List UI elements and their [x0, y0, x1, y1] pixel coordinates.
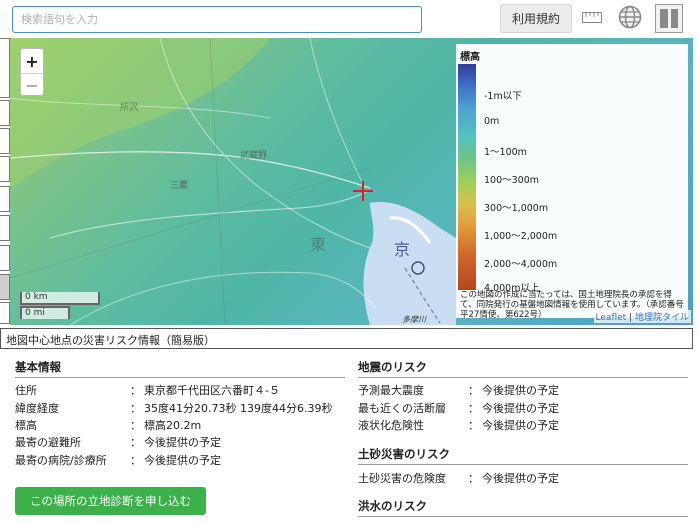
row-key: 液状化危険性: [358, 419, 424, 432]
row-value: 標高20.2m: [144, 419, 202, 432]
side-tab-active[interactable]: [0, 274, 10, 300]
map-label-tamagawa: 多摩川: [402, 315, 426, 324]
row-key: 最寄の病院/診療所: [15, 454, 107, 467]
center-crosshair-icon: [353, 181, 373, 201]
row-separator: ：: [130, 436, 141, 449]
svg-text:東: 東: [310, 235, 326, 254]
legend-color-bar: [458, 64, 476, 290]
row-separator: ：: [468, 472, 479, 485]
row-key: 緯度経度: [15, 402, 59, 415]
legend-item: 100～300m: [484, 175, 540, 186]
ruler-icon[interactable]: [582, 12, 602, 23]
terms-of-use-button[interactable]: 利用規約: [500, 4, 572, 33]
side-tab[interactable]: [0, 100, 10, 126]
map-attribution: Leaflet | 地理院タイル: [593, 310, 691, 323]
row-key: 最寄の避難所: [15, 436, 81, 449]
zoom-control: + −: [20, 48, 44, 96]
row-separator: ：: [468, 419, 479, 432]
landslide-risk-title: 土砂災害のリスク: [358, 446, 688, 465]
split-panes-button[interactable]: [655, 4, 683, 33]
earthquake-risk-row: 液状化危険性 ： 今後提供の予定: [358, 417, 559, 433]
apply-site-diagnosis-button[interactable]: この場所の立地診断を申し込む: [15, 487, 206, 515]
basic-info-title: 基本情報: [15, 359, 345, 378]
earthquake-risk-row: 最も近くの活断層 ： 今後提供の予定: [358, 400, 559, 416]
svg-text:三鷹: 三鷹: [170, 179, 188, 191]
side-tab[interactable]: [0, 156, 10, 182]
map-label-kyo: 京: [394, 240, 411, 259]
pane-left-icon: [660, 9, 668, 28]
elevation-legend: 標高 -1m以下 0m 1～100m 100～300m 300～1,000m 1…: [456, 44, 692, 320]
basic-info-row: 最寄の避難所 ： 今後提供の予定: [15, 434, 221, 450]
row-separator: ：: [468, 402, 479, 415]
side-tab[interactable]: [0, 128, 10, 154]
row-value: 今後提供の予定: [144, 436, 221, 449]
row-key: 標高: [15, 419, 37, 432]
row-value: 今後提供の予定: [482, 402, 559, 415]
basic-info-row: 緯度経度 ： 35度41分20.73秒 139度44分6.39秒: [15, 400, 332, 416]
row-value: 今後提供の予定: [482, 419, 559, 432]
earthquake-risk-title: 地震のリスク: [358, 359, 688, 378]
row-key: 土砂災害の危険度: [358, 472, 446, 485]
side-tab[interactable]: [0, 245, 10, 271]
svg-text:武蔵野: 武蔵野: [240, 149, 267, 161]
gsi-tiles-link[interactable]: 地理院タイル: [635, 313, 689, 323]
page: 利用規約: [0, 0, 699, 524]
basic-info-row: 標高 ： 標高20.2m: [15, 417, 201, 433]
pane-right-icon: [670, 9, 678, 28]
row-separator: ：: [130, 384, 141, 397]
risk-info-header: 地図中心地点の災害リスク情報（簡易版）: [0, 328, 693, 349]
globe-icon[interactable]: [618, 5, 642, 29]
row-separator: ：: [130, 454, 141, 467]
scale-bar-km: 0 km: [20, 292, 100, 305]
row-key: 最も近くの活断層: [358, 402, 446, 415]
row-value: 今後提供の予定: [144, 454, 221, 467]
legend-title: 標高: [460, 52, 480, 63]
landslide-risk-row: 土砂災害の危険度 ： 今後提供の予定: [358, 470, 559, 486]
row-value: 今後提供の予定: [482, 384, 559, 397]
row-key: 住所: [15, 384, 37, 397]
basic-info-row: 住所 ： 東京都千代田区六番町４-５: [15, 382, 280, 398]
legend-item: 0m: [484, 116, 500, 127]
row-value: 35度41分20.73秒 139度44分6.39秒: [144, 402, 333, 415]
map-view[interactable]: 武蔵野 三鷹 所沢 東 + − 0 km 0 mi 京 多摩川 標高 -1m以下…: [10, 38, 693, 325]
legend-item: 300～1,000m: [484, 203, 549, 214]
side-tab[interactable]: [0, 215, 10, 241]
legend-item: 1,000～2,000m: [484, 231, 558, 242]
zoom-in-button[interactable]: +: [21, 49, 43, 73]
svg-text:所沢: 所沢: [120, 101, 138, 113]
scale-bar-mi: 0 mi: [20, 306, 70, 319]
legend-item: -1m以下: [484, 91, 522, 102]
leaflet-link[interactable]: Leaflet: [596, 313, 627, 323]
row-separator: ：: [130, 419, 141, 432]
side-tab[interactable]: [0, 38, 10, 98]
row-value: 東京都千代田区六番町４-５: [144, 384, 280, 397]
row-separator: ：: [130, 402, 141, 415]
legend-item: 2,000～4,000m: [484, 259, 558, 270]
side-tab[interactable]: [0, 186, 10, 212]
side-tab[interactable]: [0, 302, 10, 324]
earthquake-risk-row: 予測最大震度 ： 今後提供の予定: [358, 382, 559, 398]
row-separator: ：: [468, 384, 479, 397]
search-input[interactable]: [12, 6, 422, 33]
attribution-separator: |: [629, 313, 633, 323]
zoom-out-button[interactable]: −: [21, 73, 43, 97]
row-key: 予測最大震度: [358, 384, 424, 397]
basic-info-row: 最寄の病院/診療所 ： 今後提供の予定: [15, 452, 221, 468]
row-value: 今後提供の予定: [482, 472, 559, 485]
legend-item: 1～100m: [484, 147, 527, 158]
flood-risk-title: 洪水のリスク: [358, 498, 688, 517]
